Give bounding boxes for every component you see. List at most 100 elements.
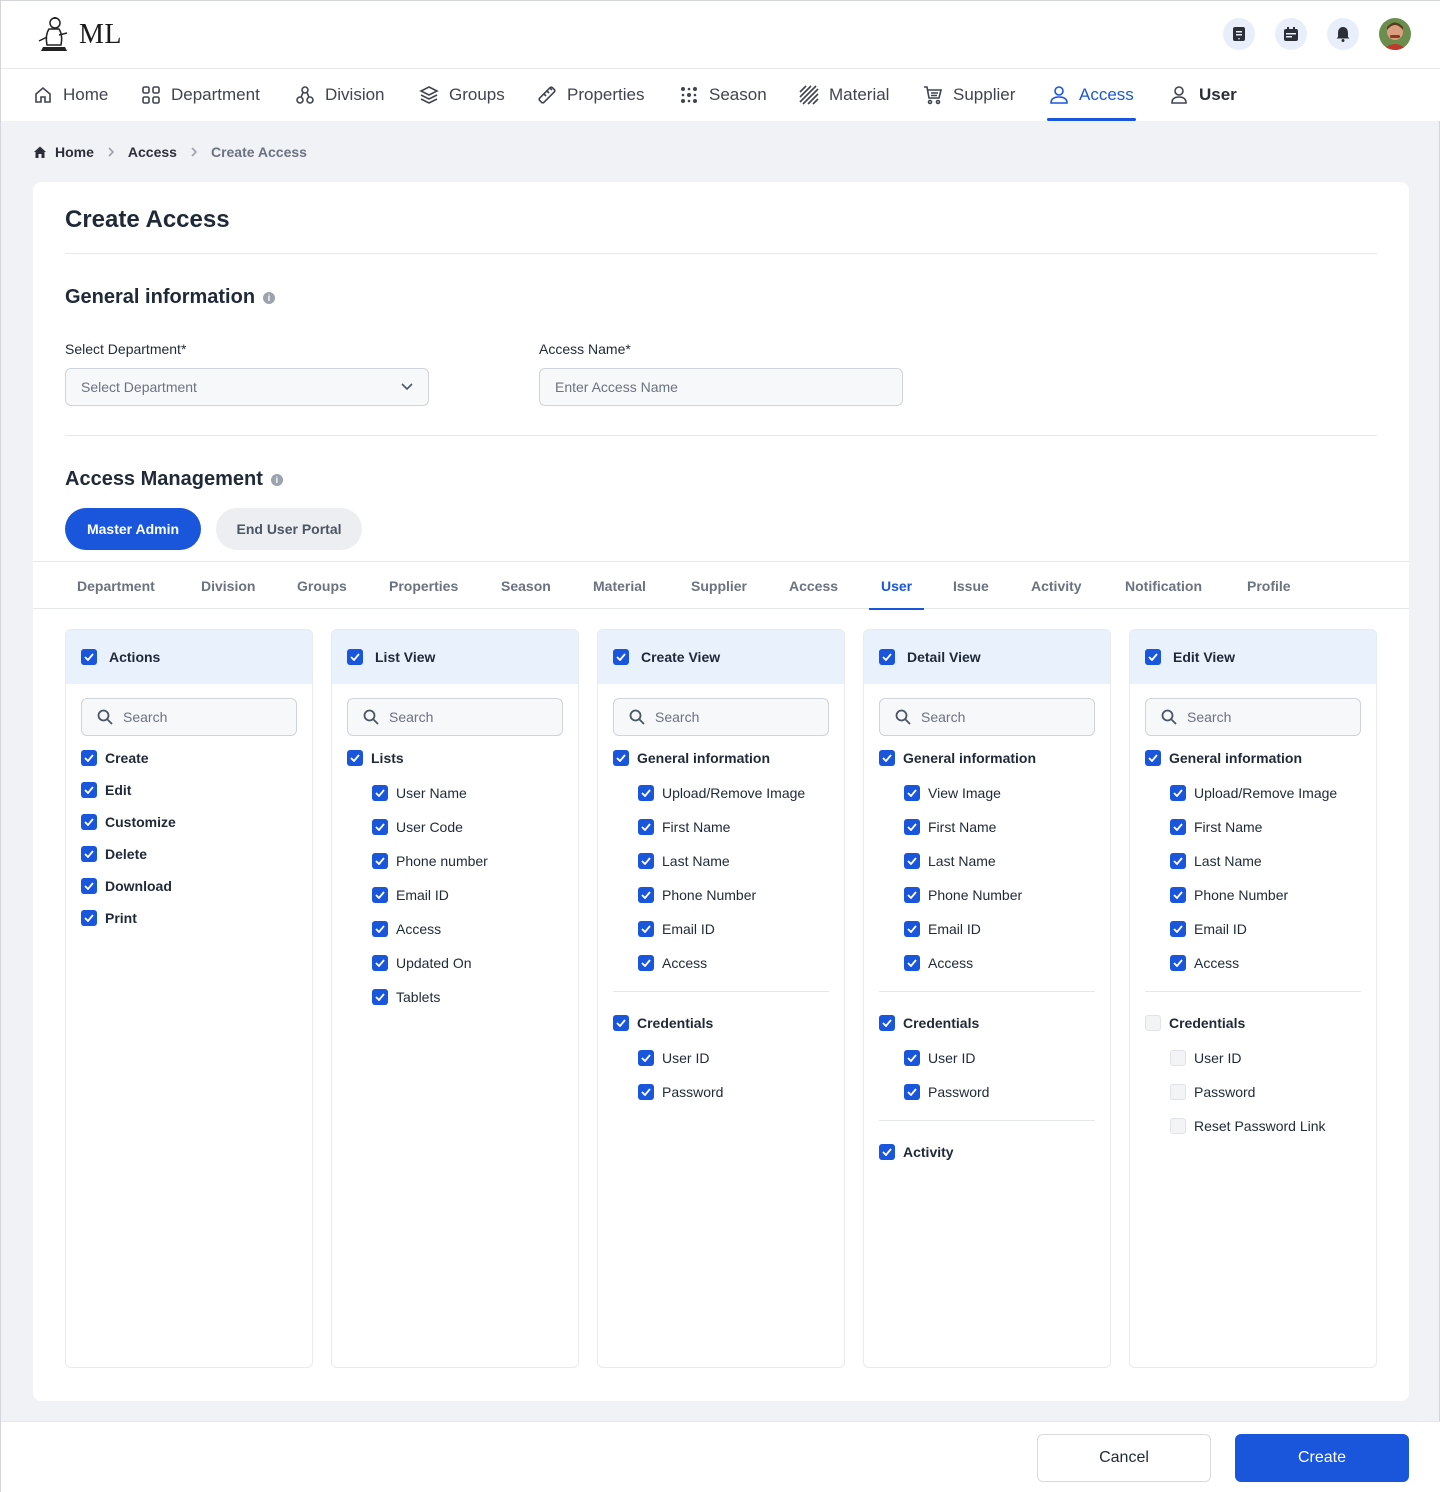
panel-header[interactable]: Edit View — [1130, 630, 1376, 684]
permission-checkbox[interactable]: First Name — [904, 819, 996, 835]
nav-item-supplier[interactable]: Supplier — [923, 69, 1015, 121]
checkbox[interactable] — [879, 750, 895, 766]
tab-supplier[interactable]: Supplier — [691, 562, 747, 609]
group-checkbox[interactable]: General information — [613, 750, 770, 766]
permission-checkbox[interactable]: Last Name — [638, 853, 730, 869]
permission-checkbox[interactable]: Edit — [81, 782, 131, 798]
checkbox[interactable] — [904, 955, 920, 971]
tab-department[interactable]: Department — [77, 562, 155, 609]
panel-header[interactable]: Detail View — [864, 630, 1110, 684]
checkbox[interactable] — [1145, 750, 1161, 766]
checkbox[interactable] — [347, 750, 363, 766]
checkbox[interactable] — [1170, 853, 1186, 869]
create-button[interactable]: Create — [1235, 1434, 1409, 1482]
permission-checkbox[interactable]: Access — [638, 955, 707, 971]
checkbox[interactable] — [1170, 921, 1186, 937]
checkbox[interactable] — [638, 819, 654, 835]
permission-checkbox[interactable]: Last Name — [1170, 853, 1262, 869]
checkbox[interactable] — [81, 750, 97, 766]
permission-checkbox[interactable]: Password — [638, 1084, 723, 1100]
nav-item-groups[interactable]: Groups — [419, 69, 505, 121]
logo[interactable]: ML — [31, 15, 122, 55]
checkbox[interactable] — [904, 819, 920, 835]
checkbox[interactable] — [1170, 819, 1186, 835]
info-icon[interactable]: i — [270, 473, 283, 486]
checkbox[interactable] — [372, 819, 388, 835]
permission-checkbox[interactable]: Password — [904, 1084, 989, 1100]
group-checkbox[interactable]: General information — [879, 750, 1036, 766]
tab-profile[interactable]: Profile — [1247, 562, 1291, 609]
notification-button[interactable] — [1327, 18, 1359, 50]
checkbox[interactable] — [372, 921, 388, 937]
permission-checkbox[interactable]: Email ID — [638, 921, 715, 937]
permission-checkbox[interactable]: Last Name — [904, 853, 996, 869]
checkbox[interactable] — [904, 785, 920, 801]
nav-item-access[interactable]: Access — [1047, 69, 1136, 121]
breadcrumb-home[interactable]: Home — [55, 144, 94, 160]
checkbox[interactable] — [904, 887, 920, 903]
checkbox[interactable] — [81, 878, 97, 894]
checkbox[interactable] — [638, 1084, 654, 1100]
checkbox[interactable] — [81, 814, 97, 830]
nav-item-user[interactable]: User — [1169, 69, 1237, 121]
nav-item-season[interactable]: Season — [679, 69, 767, 121]
search-input[interactable]: Search — [81, 698, 297, 736]
tab-properties[interactable]: Properties — [389, 562, 458, 609]
permission-checkbox[interactable]: User Name — [372, 785, 467, 801]
permission-checkbox[interactable]: Access — [372, 921, 441, 937]
checkbox[interactable] — [81, 910, 97, 926]
checkbox[interactable] — [1170, 887, 1186, 903]
permission-checkbox[interactable]: View Image — [904, 785, 1001, 801]
checkbox[interactable] — [1170, 1118, 1186, 1134]
breadcrumb-access[interactable]: Access — [128, 144, 177, 160]
group-checkbox[interactable]: Credentials — [879, 1015, 979, 1031]
checkbox[interactable] — [372, 853, 388, 869]
checkbox[interactable] — [638, 921, 654, 937]
permission-checkbox[interactable]: Password — [1170, 1084, 1255, 1100]
checkbox[interactable] — [879, 1144, 895, 1160]
checkbox[interactable] — [638, 785, 654, 801]
tab-season[interactable]: Season — [501, 562, 551, 609]
checkbox[interactable] — [904, 921, 920, 937]
checkbox[interactable] — [638, 853, 654, 869]
checkbox[interactable] — [638, 887, 654, 903]
checkbox[interactable] — [81, 649, 97, 665]
group-checkbox[interactable]: General information — [1145, 750, 1302, 766]
permission-checkbox[interactable]: Delete — [81, 846, 147, 862]
permission-checkbox[interactable]: First Name — [1170, 819, 1262, 835]
access-name-input[interactable]: Enter Access Name — [539, 368, 903, 406]
permission-checkbox[interactable]: Access — [1170, 955, 1239, 971]
nav-item-home[interactable]: Home — [33, 69, 108, 121]
permission-checkbox[interactable]: User Code — [372, 819, 463, 835]
tab-access[interactable]: Access — [789, 562, 838, 609]
checkbox[interactable] — [638, 1050, 654, 1066]
permission-checkbox[interactable]: User ID — [1170, 1050, 1241, 1066]
checkbox[interactable] — [613, 649, 629, 665]
permission-checkbox[interactable]: Access — [904, 955, 973, 971]
cancel-button[interactable]: Cancel — [1037, 1434, 1211, 1482]
nav-item-department[interactable]: Department — [141, 69, 260, 121]
permission-checkbox[interactable]: Phone number — [372, 853, 488, 869]
checkbox[interactable] — [879, 1015, 895, 1031]
permission-checkbox[interactable]: Updated On — [372, 955, 472, 971]
tab-groups[interactable]: Groups — [297, 562, 347, 609]
checkbox[interactable] — [638, 955, 654, 971]
group-checkbox[interactable]: Credentials — [613, 1015, 713, 1031]
checkbox[interactable] — [1170, 955, 1186, 971]
checkbox[interactable] — [372, 785, 388, 801]
search-input[interactable]: Search — [1145, 698, 1361, 736]
checkbox[interactable] — [1170, 1050, 1186, 1066]
tab-issue[interactable]: Issue — [953, 562, 989, 609]
checkbox[interactable] — [613, 1015, 629, 1031]
tab-user[interactable]: User — [868, 562, 925, 610]
checkbox[interactable] — [81, 782, 97, 798]
tab-material[interactable]: Material — [593, 562, 646, 609]
nav-item-properties[interactable]: Properties — [537, 69, 644, 121]
permission-checkbox[interactable]: Phone Number — [904, 887, 1022, 903]
calendar-button[interactable] — [1275, 18, 1307, 50]
permission-checkbox[interactable]: Tablets — [372, 989, 440, 1005]
checkbox[interactable] — [1145, 649, 1161, 665]
permission-checkbox[interactable]: Email ID — [1170, 921, 1247, 937]
nav-item-material[interactable]: Material — [799, 69, 889, 121]
permission-checkbox[interactable]: User ID — [904, 1050, 975, 1066]
